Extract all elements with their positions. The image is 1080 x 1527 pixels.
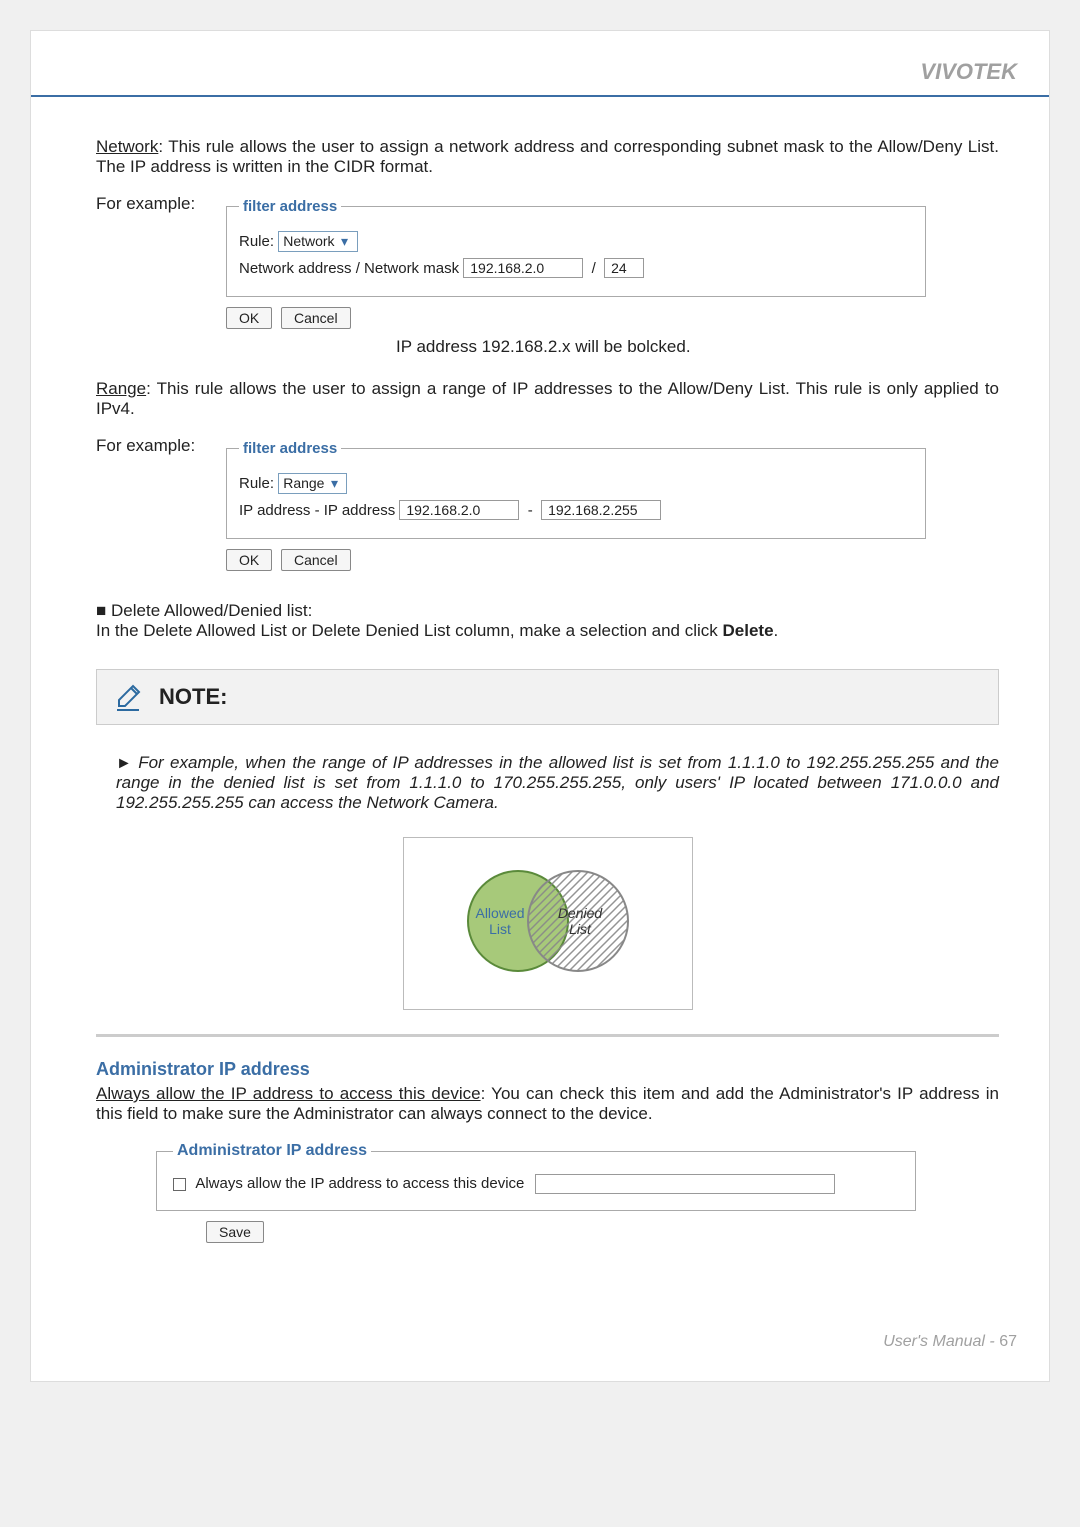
network-address-input[interactable]: 192.168.2.0	[463, 258, 583, 278]
admin-fieldset: Administrator IP address Always allow th…	[156, 1142, 916, 1211]
rule-label-1: Rule:	[239, 233, 274, 250]
header-rule	[31, 95, 1049, 97]
delete-section: ■ Delete Allowed/Denied list: In the Del…	[96, 601, 999, 641]
ok-button-2[interactable]: OK	[226, 549, 272, 571]
slash: /	[592, 260, 596, 277]
bullet-icon: ■	[96, 601, 106, 620]
cancel-button-2[interactable]: Cancel	[281, 549, 351, 571]
network-callout: IP address 192.168.2.x will be bolcked.	[396, 337, 999, 357]
filter-range-fieldset: filter address Rule: Range▾ IP address -…	[226, 440, 926, 539]
rule-select-network[interactable]: Network▾	[278, 231, 357, 252]
example-label-2: For example:	[96, 436, 226, 456]
rule-select-range[interactable]: Range▾	[278, 473, 347, 494]
range-addr2-input[interactable]: 192.168.2.255	[541, 500, 661, 520]
admin-legend: Administrator IP address	[173, 1142, 371, 1160]
rule-label-2: Rule:	[239, 475, 274, 492]
arrow-icon: ►	[116, 755, 132, 772]
network-field-label: Network address / Network mask	[239, 260, 459, 277]
pencil-icon	[111, 680, 145, 714]
admin-ip-input[interactable]	[535, 1174, 835, 1194]
note-body: ► For example, when the range of IP addr…	[96, 753, 999, 813]
range-label: Range	[96, 379, 146, 398]
filter-legend-1: filter address	[239, 198, 341, 215]
chevron-down-icon: ▾	[326, 475, 342, 492]
footer: User's Manual - 67	[31, 1243, 1049, 1351]
range-addr1-input[interactable]: 192.168.2.0	[399, 500, 519, 520]
note-title: NOTE:	[159, 684, 227, 710]
dash: -	[528, 502, 533, 519]
network-mask-input[interactable]: 24	[604, 258, 644, 278]
range-field-label: IP address - IP address	[239, 502, 395, 519]
note-box: NOTE:	[96, 669, 999, 725]
cancel-button-1[interactable]: Cancel	[281, 307, 351, 329]
network-paragraph: Network: This rule allows the user to as…	[96, 137, 999, 177]
always-allow-checkbox[interactable]	[173, 1178, 186, 1191]
filter-legend-2: filter address	[239, 440, 341, 457]
admin-heading: Administrator IP address	[96, 1059, 999, 1080]
network-label: Network	[96, 137, 158, 156]
example-label-1: For example:	[96, 194, 226, 214]
venn-denied-2: List	[569, 921, 592, 937]
save-button[interactable]: Save	[206, 1221, 264, 1243]
brand: VIVOTEK	[31, 31, 1049, 95]
filter-network-fieldset: filter address Rule: Network▾ Network ad…	[226, 198, 926, 297]
venn-denied-1: Denied	[557, 905, 603, 921]
ok-button-1[interactable]: OK	[226, 307, 272, 329]
chevron-down-icon: ▾	[337, 233, 353, 250]
admin-paragraph: Always allow the IP address to access th…	[96, 1084, 999, 1124]
venn-allowed-1: Allowed	[475, 905, 524, 921]
section-divider	[96, 1034, 999, 1037]
range-paragraph: Range: This rule allows the user to assi…	[96, 379, 999, 419]
venn-allowed-2: List	[489, 921, 511, 937]
venn-diagram: Allowed List Denied List	[96, 837, 999, 1010]
always-allow-label: Always allow the IP address to access th…	[195, 1175, 524, 1192]
